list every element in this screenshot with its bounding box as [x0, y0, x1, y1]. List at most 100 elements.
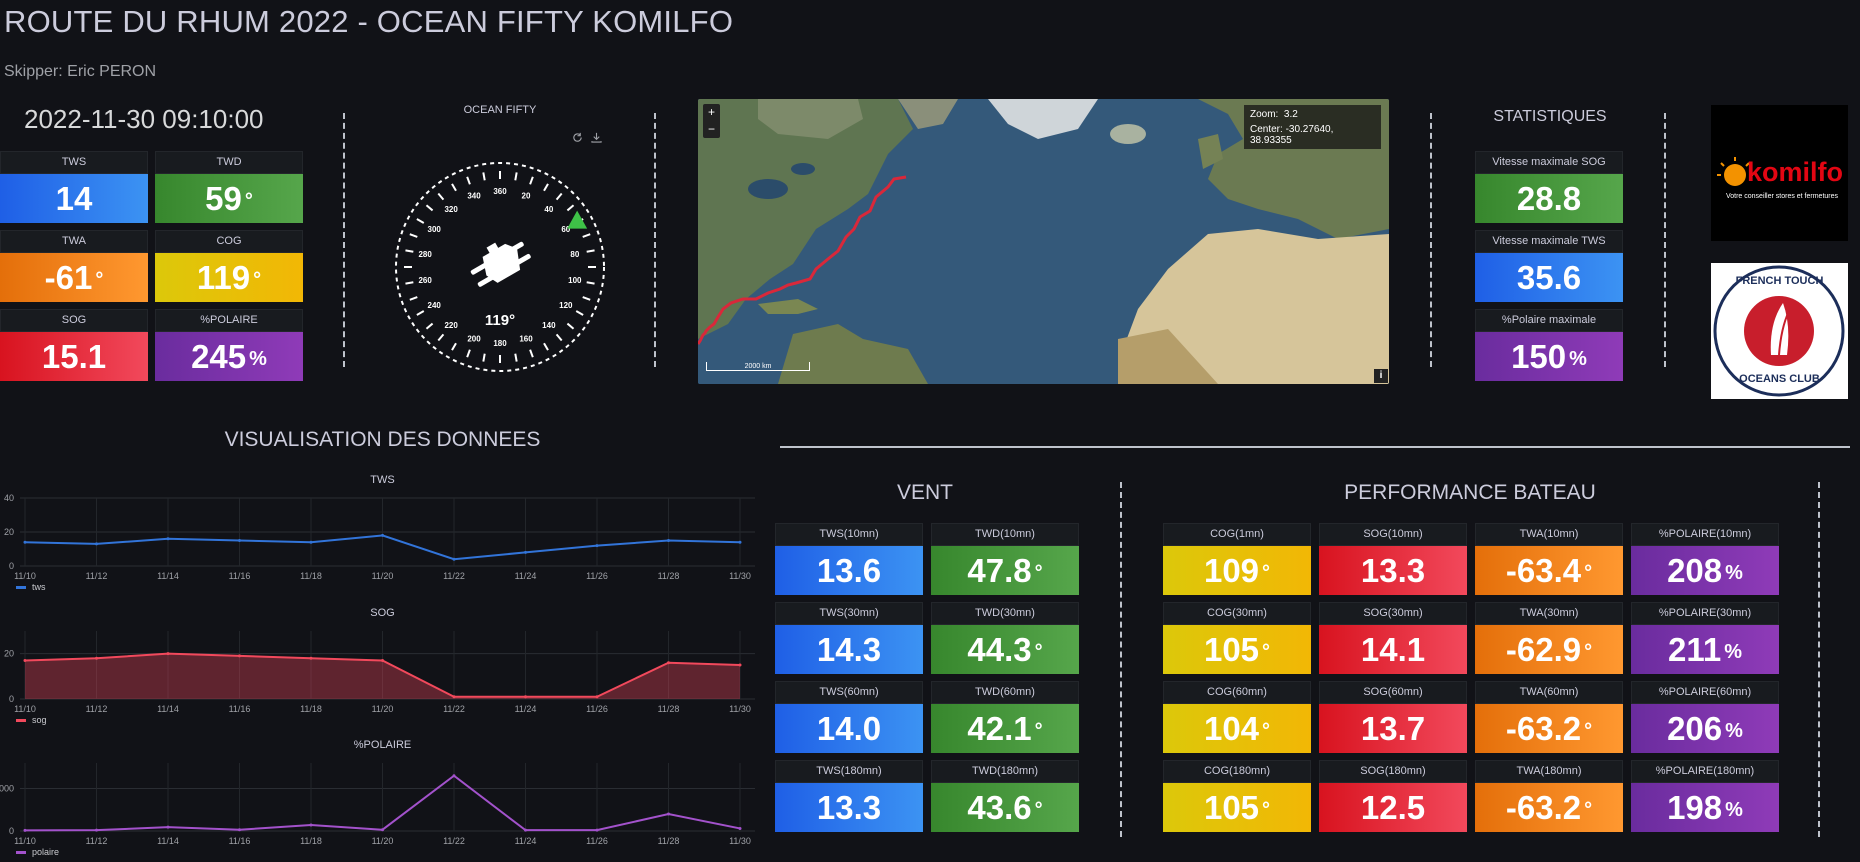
- compass-tick: [529, 176, 534, 185]
- stat-unit: %: [1724, 641, 1743, 663]
- zoom-in-button[interactable]: +: [703, 104, 720, 121]
- stat-value: 28.8: [1516, 179, 1582, 217]
- zoom-out-button[interactable]: −: [703, 121, 720, 138]
- compass-tick-label: 160: [519, 334, 533, 343]
- chart-legend[interactable]: tws: [16, 582, 46, 592]
- stat-value-box: 119 °: [155, 253, 303, 302]
- compass-tick-label: 240: [428, 301, 442, 310]
- stat-tile: SOG(60mn) 13.7: [1319, 681, 1467, 753]
- x-tick-label: 11/12: [86, 571, 108, 581]
- x-tick-label: 11/12: [86, 836, 108, 846]
- y-tick-label: 20: [4, 649, 14, 659]
- compass-tick: [529, 349, 534, 358]
- center-label: Center:: [1250, 124, 1283, 135]
- data-point: [452, 557, 456, 561]
- x-tick-label: 11/28: [658, 704, 680, 714]
- stat-label: TWS(10mn): [775, 523, 923, 546]
- compass-tick-label: 80: [570, 250, 579, 259]
- compass-tick-label: 180: [493, 339, 507, 348]
- compass-tick: [405, 281, 414, 285]
- stat-unit: °: [1262, 799, 1271, 821]
- stat-value: -62.9: [1505, 630, 1582, 668]
- stat-value-box: 47.8 °: [931, 546, 1079, 595]
- legend-swatch: [16, 718, 26, 722]
- stat-tile: TWS(60mn) 14.0: [775, 681, 923, 753]
- compass-tick: [425, 322, 434, 330]
- compass-tick: [466, 176, 471, 185]
- data-point: [238, 654, 241, 658]
- stat-tile: %POLAIRE(60mn) 206%: [1631, 681, 1779, 753]
- stat-value-box: 13.3: [775, 783, 923, 832]
- compass-tick: [582, 296, 591, 301]
- stat-tile: %Polaire maximale 150%: [1475, 309, 1623, 381]
- stat-value-box: -62.9 °: [1475, 625, 1623, 674]
- legend-label: polaire: [32, 847, 60, 857]
- legend-label: sog: [32, 715, 47, 725]
- skipper-label: Skipper: Eric PERON: [4, 63, 157, 80]
- stat-label: TWA(10mn): [1475, 523, 1623, 546]
- stat-label: %POLAIRE(10mn): [1631, 523, 1779, 546]
- stat-tile: COG(60mn) 104 °: [1163, 681, 1311, 753]
- download-icon[interactable]: [591, 130, 602, 143]
- komilfo-tagline: Votre conseiller stores et fermetures: [1725, 193, 1839, 200]
- stat-value-box: 14.3: [775, 625, 923, 674]
- stat-label: TWS(180mn): [775, 760, 923, 783]
- stat-tile: %POLAIRE(10mn) 208%: [1631, 523, 1779, 595]
- data-point: [738, 540, 742, 544]
- stat-value: 208: [1667, 551, 1723, 589]
- compass-tick-label: 300: [428, 225, 442, 234]
- data-point: [238, 828, 241, 832]
- stat-value-box: -63.4 °: [1475, 546, 1623, 595]
- stat-label: TWA(60mn): [1475, 681, 1623, 704]
- chart-legend[interactable]: sog: [16, 715, 47, 725]
- stat-tile: %POLAIRE 245%: [155, 309, 303, 381]
- stat-label: %POLAIRE(60mn): [1631, 681, 1779, 704]
- compass-tick: [482, 172, 486, 181]
- stat-unit: °: [1262, 641, 1271, 663]
- stat-value-box: 13.3: [1319, 546, 1467, 595]
- data-point: [23, 828, 27, 832]
- chart-legend[interactable]: polaire: [16, 847, 59, 857]
- stat-tile: TWS(10mn) 13.6: [775, 523, 923, 595]
- stat-unit: °: [1262, 562, 1271, 584]
- stat-tile: TWD(60mn) 42.1 °: [931, 681, 1079, 753]
- compass-tick-label: 120: [559, 301, 573, 310]
- horizontal-separator: [780, 446, 1850, 448]
- data-point: [738, 826, 742, 830]
- stat-tile: TWD(10mn) 47.8 °: [931, 523, 1079, 595]
- x-tick-label: 11/12: [86, 704, 108, 714]
- ftoc-bottom-text: OCEANS CLUB: [1739, 373, 1820, 385]
- stat-tile: %POLAIRE(180mn) 198%: [1631, 760, 1779, 832]
- compass-tick-label: 100: [568, 276, 582, 285]
- y-tick-label: 0: [9, 561, 14, 571]
- separator: [654, 113, 656, 367]
- compass-tick-label: 360: [493, 187, 507, 196]
- data-point: [23, 658, 27, 662]
- stat-value-box: 14: [0, 174, 148, 223]
- stat-value: 13.7: [1360, 709, 1426, 747]
- stat-value: 119: [196, 258, 251, 296]
- wind-direction-marker: [567, 210, 588, 229]
- zoom-label: Zoom:: [1250, 109, 1279, 120]
- stat-tile: TWA(60mn) -63.2 °: [1475, 681, 1623, 753]
- refresh-icon[interactable]: [572, 130, 583, 142]
- y-tick-label: 10000: [0, 784, 14, 794]
- compass-tick: [466, 349, 471, 358]
- stat-value: 14.3: [816, 630, 882, 668]
- stat-tile: %POLAIRE(30mn) 211%: [1631, 602, 1779, 674]
- route-map[interactable]: + − Zoom: 3.2 Center: -30.27640, 38.9335…: [698, 99, 1389, 384]
- dashboard-title: ROUTE DU RHUM 2022 - OCEAN FIFTY KOMILFO: [4, 4, 734, 39]
- stat-label: TWA(30mn): [1475, 602, 1623, 625]
- data-point: [381, 533, 384, 537]
- compass-tick-label: 200: [467, 334, 481, 343]
- stat-label: %Polaire maximale: [1475, 309, 1623, 332]
- compass-tick: [405, 249, 414, 253]
- separator: [343, 113, 345, 367]
- stat-unit: °: [1034, 799, 1043, 821]
- legend-label: tws: [32, 582, 46, 592]
- data-point: [238, 539, 241, 542]
- info-icon[interactable]: i: [1374, 369, 1388, 383]
- x-tick-label: 11/16: [229, 836, 251, 846]
- stat-value: -61: [44, 258, 93, 296]
- compass-tick: [451, 183, 457, 192]
